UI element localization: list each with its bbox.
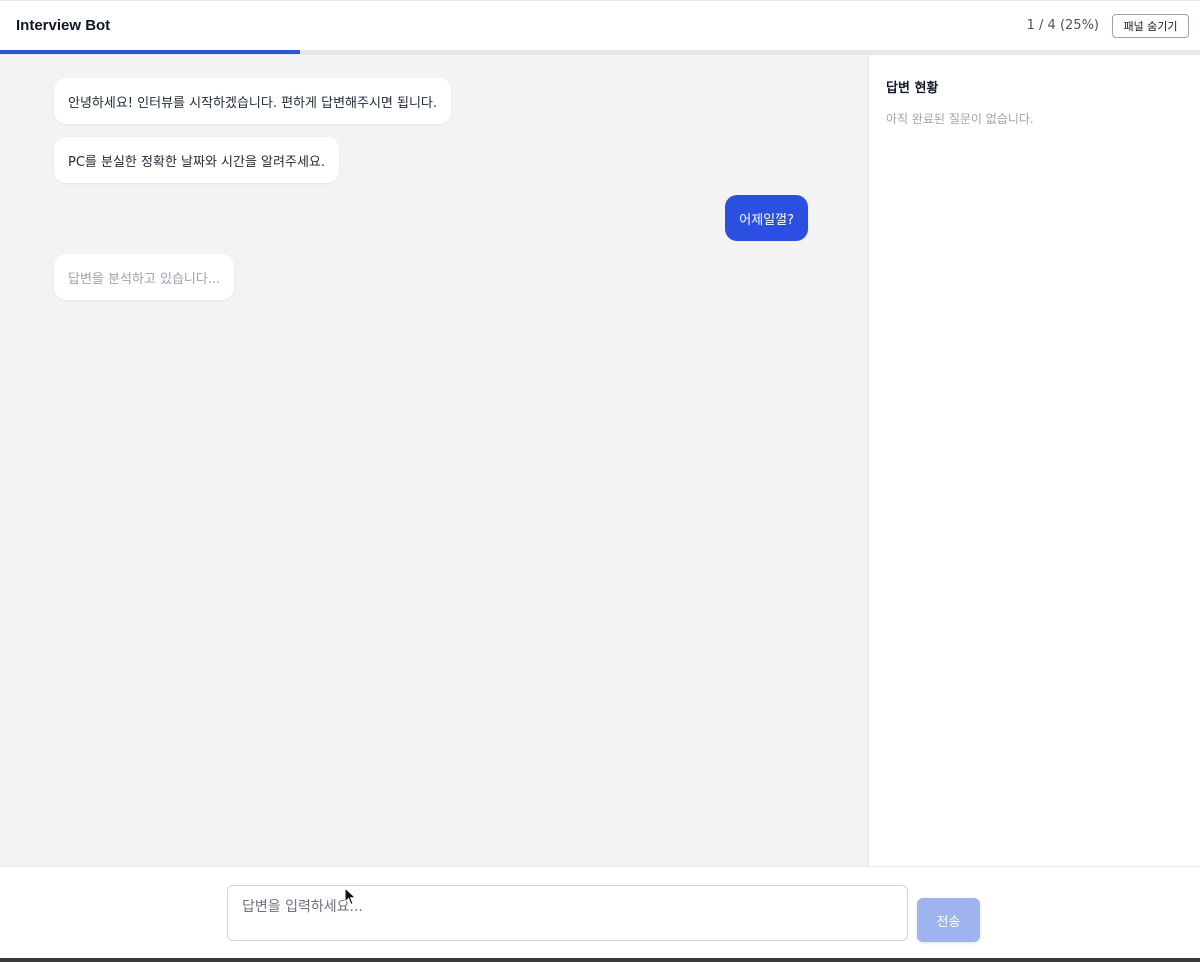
progress-text: 1 / 4 (25%) bbox=[1026, 18, 1099, 33]
header: Interview Bot 1 / 4 (25%) 패널 숨기기 bbox=[0, 0, 1200, 56]
mouse-pointer-icon bbox=[344, 887, 357, 906]
chat-area: 안녕하세요! 인터뷰를 시작하겠습니다. 편하게 답변해주시면 됩니다. PC를… bbox=[0, 55, 868, 866]
bot-message: 안녕하세요! 인터뷰를 시작하겠습니다. 편하게 답변해주시면 됩니다. bbox=[54, 78, 452, 124]
send-button[interactable]: 전송 bbox=[917, 898, 980, 942]
toggle-panel-button[interactable]: 패널 숨기기 bbox=[1112, 14, 1189, 38]
app: Interview Bot 1 / 4 (25%) 패널 숨기기 안녕하세요! … bbox=[0, 0, 1200, 962]
answer-input[interactable] bbox=[227, 885, 908, 941]
bot-thinking-message: 답변을 분석하고 있습니다... bbox=[54, 254, 235, 300]
bottom-edge bbox=[0, 958, 1200, 962]
user-message: 어제일껄? bbox=[725, 195, 808, 241]
answer-status-panel: 답변 현황 아직 완료된 질문이 없습니다. bbox=[868, 55, 1200, 866]
panel-empty-text: 아직 완료된 질문이 없습니다. bbox=[886, 112, 1034, 126]
app-title: Interview Bot bbox=[16, 17, 111, 34]
bot-message: PC를 분실한 정확한 날짜와 시간을 알려주세요. bbox=[54, 137, 339, 183]
panel-title: 답변 현황 bbox=[886, 81, 939, 96]
input-bar: 전송 bbox=[0, 866, 1200, 958]
progress-bar-fill bbox=[0, 50, 300, 54]
